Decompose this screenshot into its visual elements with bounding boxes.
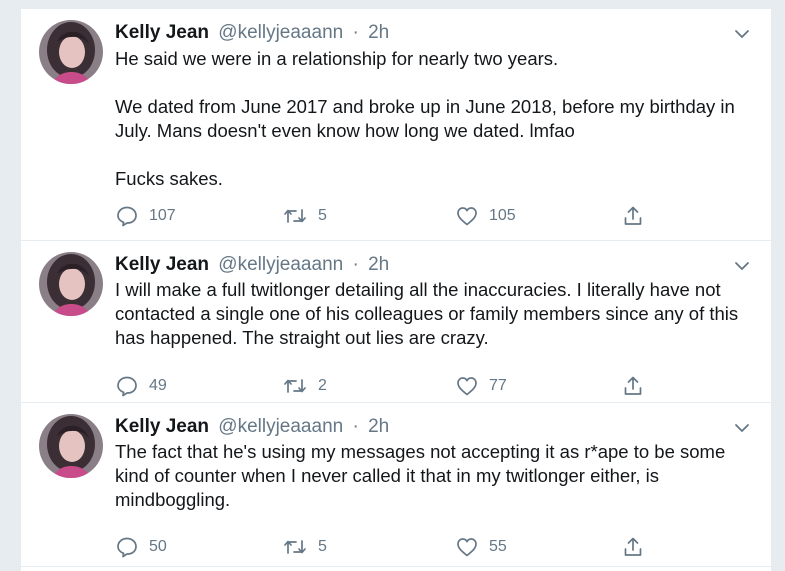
reply-icon <box>117 206 137 227</box>
share-button[interactable] <box>621 373 645 399</box>
separator-dot: · <box>352 416 359 437</box>
reply-count: 50 <box>149 538 167 555</box>
reply-button[interactable]: 49 <box>115 373 167 399</box>
retweet-icon <box>284 209 306 223</box>
tweet-paragraph: We dated from June 2017 and broke up in … <box>115 96 735 141</box>
retweet-button[interactable]: 5 <box>282 203 327 229</box>
like-icon <box>457 207 477 226</box>
reply-count: 107 <box>149 207 176 224</box>
like-icon <box>457 377 477 396</box>
share-icon <box>624 537 642 556</box>
author-handle[interactable]: @kellyjeaaann <box>218 22 343 43</box>
tweet-feed: Kelly Jean @kellyjeaaann · 2h He said we… <box>20 8 772 571</box>
tweet[interactable]: Kelly Jean @kellyjeaaann · 2h The fact t… <box>21 403 771 567</box>
reply-icon <box>117 537 137 558</box>
author-handle[interactable]: @kellyjeaaann <box>218 254 343 275</box>
like-count: 55 <box>489 538 507 555</box>
tweet-text: He said we were in a relationship for ne… <box>115 47 751 191</box>
tweet-header: Kelly Jean @kellyjeaaann · 2h <box>115 253 389 277</box>
separator-dot: · <box>352 22 359 43</box>
like-count: 105 <box>489 207 516 224</box>
like-count: 77 <box>489 377 507 394</box>
author-name[interactable]: Kelly Jean <box>115 22 209 43</box>
timestamp[interactable]: 2h <box>368 416 389 437</box>
like-button[interactable]: 105 <box>455 203 516 229</box>
share-icon <box>624 376 642 395</box>
retweet-button[interactable]: 2 <box>282 373 327 399</box>
retweet-count: 5 <box>318 538 327 555</box>
reply-count: 49 <box>149 377 167 394</box>
share-icon <box>624 206 642 225</box>
tweet-paragraph: Fucks sakes. <box>115 168 223 189</box>
author-name[interactable]: Kelly Jean <box>115 416 209 437</box>
chevron-down-icon[interactable] <box>733 25 751 43</box>
author-handle[interactable]: @kellyjeaaann <box>218 416 343 437</box>
avatar[interactable] <box>39 252 103 316</box>
retweet-count: 5 <box>318 207 327 224</box>
timestamp[interactable]: 2h <box>368 254 389 275</box>
tweet-text: The fact that he's using my messages not… <box>115 440 751 512</box>
timestamp[interactable]: 2h <box>368 22 389 43</box>
chevron-down-icon[interactable] <box>733 419 751 437</box>
retweet-button[interactable]: 5 <box>282 534 327 560</box>
author-name[interactable]: Kelly Jean <box>115 254 209 275</box>
tweet-paragraph: He said we were in a relationship for ne… <box>115 48 559 69</box>
reply-icon <box>117 376 137 397</box>
share-button[interactable] <box>621 534 645 560</box>
reply-button[interactable]: 107 <box>115 203 176 229</box>
retweet-icon <box>284 379 306 393</box>
like-button[interactable]: 55 <box>455 534 507 560</box>
tweet-header: Kelly Jean @kellyjeaaann · 2h <box>115 415 389 439</box>
reply-button[interactable]: 50 <box>115 534 167 560</box>
avatar[interactable] <box>39 414 103 478</box>
avatar[interactable] <box>39 20 103 84</box>
tweet-text: I will make a full twitlonger detailing … <box>115 278 751 350</box>
share-button[interactable] <box>621 203 645 229</box>
tweet-header: Kelly Jean @kellyjeaaann · 2h <box>115 21 389 45</box>
tweet[interactable]: Kelly Jean @kellyjeaaann · 2h He said we… <box>21 9 771 241</box>
tweet-paragraph: I will make a full twitlonger detailing … <box>115 279 739 348</box>
retweet-count: 2 <box>318 377 327 394</box>
tweet[interactable]: Kelly Jean @kellyjeaaann · 2h I will mak… <box>21 241 771 403</box>
tweet-paragraph: The fact that he's using my messages not… <box>115 441 726 510</box>
separator-dot: · <box>352 254 359 275</box>
tweet-actions: 49 2 77 <box>115 373 675 399</box>
tweet-actions: 107 5 105 <box>115 203 675 229</box>
like-icon <box>457 538 477 557</box>
tweet-actions: 50 5 55 <box>115 534 675 560</box>
retweet-icon <box>284 540 306 554</box>
chevron-down-icon[interactable] <box>733 257 751 275</box>
like-button[interactable]: 77 <box>455 373 507 399</box>
